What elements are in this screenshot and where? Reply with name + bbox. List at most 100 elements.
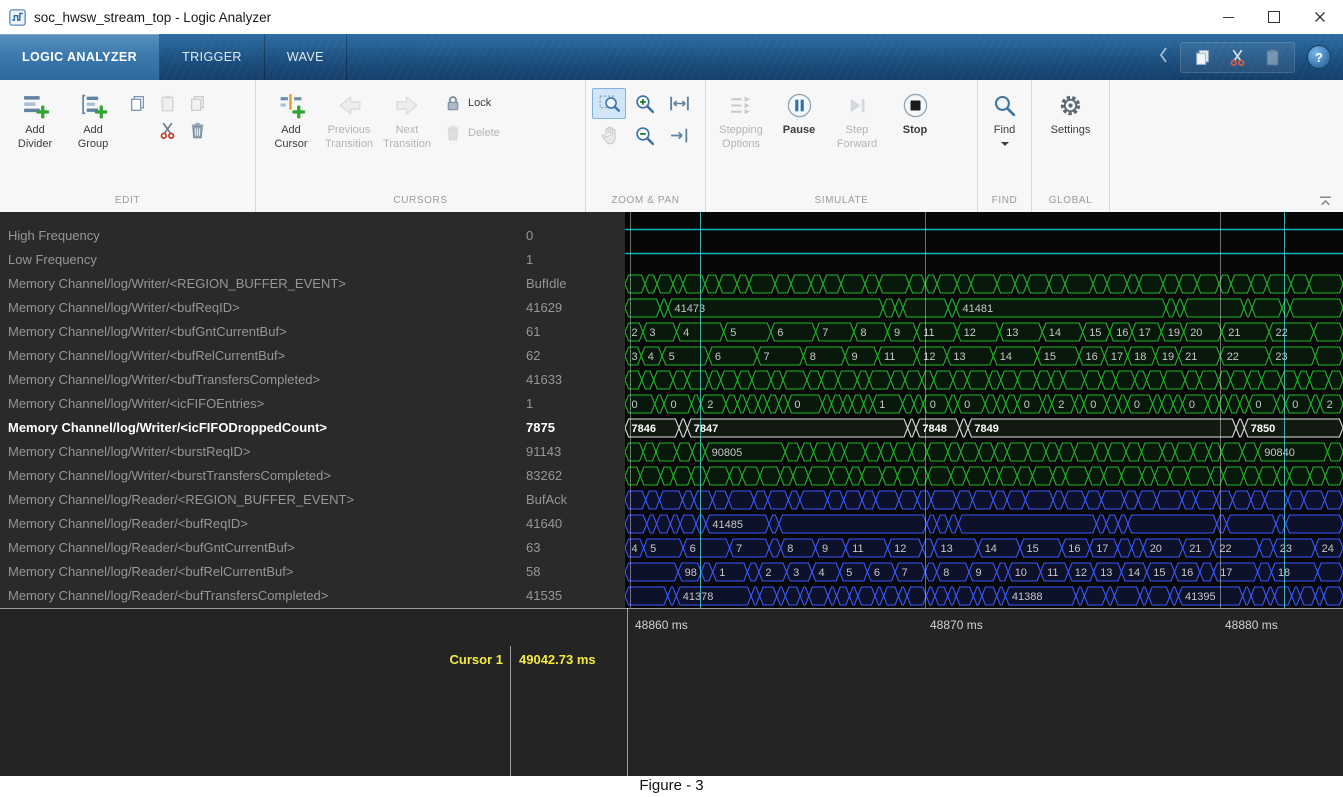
- close-button[interactable]: [1297, 0, 1343, 34]
- pause-button[interactable]: Pause: [770, 88, 828, 141]
- pan-button[interactable]: [592, 120, 626, 151]
- collapse-toolstrip-button[interactable]: [1318, 194, 1333, 209]
- delete-signal-button[interactable]: [182, 117, 212, 144]
- add-divider-button[interactable]: Add Divider: [6, 88, 64, 155]
- stop-button[interactable]: Stop: [886, 88, 944, 141]
- duplicate-icon: [188, 94, 207, 113]
- signal-waveform[interactable]: [625, 488, 1343, 512]
- cut-button[interactable]: [1228, 48, 1247, 67]
- duplicate-signal-button[interactable]: [182, 90, 212, 117]
- cut-signal-button[interactable]: [152, 117, 182, 144]
- zoom-fit-icon: [598, 92, 621, 115]
- signal-waveform[interactable]: 3456789111213141516171819212223: [625, 344, 1343, 368]
- step-forward-button[interactable]: Step Forward: [828, 88, 886, 155]
- signal-name[interactable]: Low Frequency: [0, 248, 510, 272]
- signal-name[interactable]: Memory Channel/log/Writer/<bufRelCurrent…: [0, 344, 510, 368]
- add-divider-label: Add Divider: [18, 123, 52, 151]
- zoom-fit-button[interactable]: [592, 88, 626, 119]
- signal-cursor-value: 58: [510, 560, 625, 584]
- signal-row[interactable]: Memory Channel/log/Writer/<bufTransfersC…: [0, 368, 1343, 392]
- svg-text:2: 2: [1327, 399, 1333, 411]
- signal-waveform[interactable]: 413784138841395: [625, 584, 1343, 608]
- svg-text:7: 7: [822, 327, 828, 339]
- signal-name[interactable]: Memory Channel/log/Writer/<burstTransfer…: [0, 464, 510, 488]
- tab-logic-analyzer[interactable]: LOGIC ANALYZER: [0, 34, 160, 80]
- lock-icon: [444, 94, 462, 112]
- signal-name[interactable]: Memory Channel/log/Writer/<icFIFODropped…: [0, 416, 510, 440]
- paste-button[interactable]: [1263, 48, 1282, 67]
- signal-waveform[interactable]: [625, 224, 1343, 248]
- add-group-icon: [80, 92, 107, 119]
- stepping-options-button[interactable]: Stepping Options: [712, 88, 770, 155]
- signal-row[interactable]: Memory Channel/log/Writer/<bufRelCurrent…: [0, 344, 1343, 368]
- signal-waveform[interactable]: 78467847784878497850: [625, 416, 1343, 440]
- title-bar[interactable]: soc_hwsw_stream_top - Logic Analyzer: [0, 0, 1343, 34]
- signal-waveform[interactable]: 4147341481: [625, 296, 1343, 320]
- fit-to-view-button[interactable]: [662, 88, 696, 119]
- next-transition-button[interactable]: Next Transition: [378, 88, 436, 155]
- signal-cursor-value: 83262: [510, 464, 625, 488]
- signal-name[interactable]: Memory Channel/log/Reader/<bufReqID>: [0, 512, 510, 536]
- settings-button[interactable]: Settings: [1042, 88, 1100, 141]
- svg-text:14: 14: [1128, 567, 1140, 579]
- signal-waveform[interactable]: [625, 272, 1343, 296]
- signal-name[interactable]: Memory Channel/log/Reader/<bufRelCurrent…: [0, 560, 510, 584]
- signal-name[interactable]: Memory Channel/log/Reader/<REGION_BUFFER…: [0, 488, 510, 512]
- signal-row[interactable]: Memory Channel/log/Reader/<bufReqID>4164…: [0, 512, 1343, 536]
- signal-row[interactable]: Memory Channel/log/Writer/<bufGntCurrent…: [0, 320, 1343, 344]
- signal-name[interactable]: Memory Channel/log/Writer/<icFIFOEntries…: [0, 392, 510, 416]
- signal-name[interactable]: Memory Channel/log/Reader/<bufGntCurrent…: [0, 536, 510, 560]
- delete-cursor-button[interactable]: Delete: [444, 124, 500, 142]
- signal-row[interactable]: Memory Channel/log/Reader/<bufTransfersC…: [0, 584, 1343, 608]
- signal-row[interactable]: Memory Channel/log/Writer/<icFIFOEntries…: [0, 392, 1343, 416]
- signal-waveform[interactable]: 002010002000002: [625, 392, 1343, 416]
- signal-waveform[interactable]: 234567891112131415161719202122: [625, 320, 1343, 344]
- signal-row[interactable]: Memory Channel/log/Reader/<bufGntCurrent…: [0, 536, 1343, 560]
- svg-text:11: 11: [852, 543, 863, 555]
- signal-row[interactable]: Memory Channel/log/Writer/<burstReqID>91…: [0, 440, 1343, 464]
- signal-waveform[interactable]: 456789111213141516172021222324: [625, 536, 1343, 560]
- copy-signal-button[interactable]: [122, 90, 152, 117]
- tab-trigger[interactable]: TRIGGER: [160, 34, 265, 80]
- signal-waveform[interactable]: 98123456789101112131415161718: [625, 560, 1343, 584]
- zoom-out-button[interactable]: [627, 120, 661, 151]
- signal-name[interactable]: High Frequency: [0, 224, 510, 248]
- add-group-button[interactable]: Add Group: [64, 88, 122, 155]
- paste-signal-button[interactable]: [152, 90, 182, 117]
- signal-name[interactable]: Memory Channel/log/Writer/<REGION_BUFFER…: [0, 272, 510, 296]
- signal-row[interactable]: Memory Channel/log/Reader/<REGION_BUFFER…: [0, 488, 1343, 512]
- minimize-button[interactable]: [1205, 0, 1251, 34]
- signal-waveform[interactable]: [625, 464, 1343, 488]
- previous-transition-button[interactable]: Previous Transition: [320, 88, 378, 155]
- signal-name[interactable]: Memory Channel/log/Writer/<bufTransfersC…: [0, 368, 510, 392]
- add-cursor-button[interactable]: Add Cursor: [262, 88, 320, 155]
- cursor-name[interactable]: Cursor 1: [0, 652, 503, 667]
- copy-icon: [128, 94, 147, 113]
- copy-button[interactable]: [1193, 48, 1212, 67]
- zoom-in-button[interactable]: [627, 88, 661, 119]
- signal-waveform[interactable]: [625, 368, 1343, 392]
- signal-waveform[interactable]: [625, 248, 1343, 272]
- signal-row[interactable]: Memory Channel/log/Writer/<REGION_BUFFER…: [0, 272, 1343, 296]
- tab-wave[interactable]: WAVE: [265, 34, 347, 80]
- signal-row[interactable]: Memory Channel/log/Writer/<bufReqID>4162…: [0, 296, 1343, 320]
- maximize-button[interactable]: [1251, 0, 1297, 34]
- signal-name[interactable]: Memory Channel/log/Reader/<bufTransfersC…: [0, 584, 510, 608]
- svg-text:6: 6: [715, 351, 721, 363]
- find-button[interactable]: Find: [976, 88, 1034, 150]
- help-glyph: ?: [1315, 50, 1323, 65]
- svg-text:6: 6: [874, 567, 880, 579]
- signal-row[interactable]: High Frequency0: [0, 224, 1343, 248]
- signal-row[interactable]: Memory Channel/log/Writer/<icFIFODropped…: [0, 416, 1343, 440]
- signal-waveform[interactable]: 9080590840: [625, 440, 1343, 464]
- help-button[interactable]: ?: [1307, 45, 1331, 69]
- lock-cursor-button[interactable]: Lock: [444, 94, 500, 112]
- signal-name[interactable]: Memory Channel/log/Writer/<bufReqID>: [0, 296, 510, 320]
- pan-right-button[interactable]: [662, 120, 696, 151]
- signal-row[interactable]: Low Frequency1: [0, 248, 1343, 272]
- signal-row[interactable]: Memory Channel/log/Reader/<bufRelCurrent…: [0, 560, 1343, 584]
- signal-row[interactable]: Memory Channel/log/Writer/<burstTransfer…: [0, 464, 1343, 488]
- signal-waveform[interactable]: 41485: [625, 512, 1343, 536]
- signal-name[interactable]: Memory Channel/log/Writer/<burstReqID>: [0, 440, 510, 464]
- signal-name[interactable]: Memory Channel/log/Writer/<bufGntCurrent…: [0, 320, 510, 344]
